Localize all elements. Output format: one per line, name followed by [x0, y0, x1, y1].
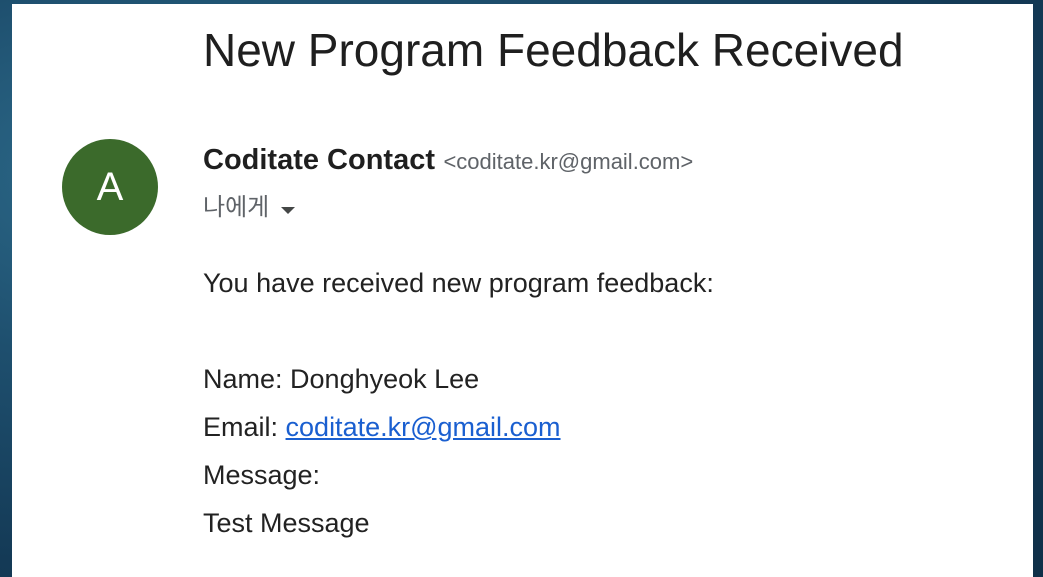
chevron-down-icon[interactable]: [281, 206, 296, 214]
name-value: Donghyeok Lee: [290, 364, 480, 394]
recipient-label: 나에게: [203, 194, 270, 221]
recipient-line[interactable]: 나에게: [203, 190, 296, 226]
sender-line: Coditate Contact <coditate.kr@gmail.com>: [203, 140, 693, 185]
name-label: Name:: [203, 364, 283, 394]
email-view: New Program Feedback Received A Coditate…: [12, 4, 1033, 577]
message-label: Message:: [203, 460, 321, 490]
email-link[interactable]: coditate.kr@gmail.com: [286, 412, 561, 442]
sender-avatar[interactable]: A: [62, 139, 158, 235]
body-intro: You have received new program feedback:: [203, 268, 714, 298]
email-subject: New Program Feedback Received: [203, 24, 904, 76]
sender-email: <coditate.kr@gmail.com>: [443, 149, 694, 174]
email-label: Email:: [203, 412, 279, 442]
body-email-line: Email: coditate.kr@gmail.com: [203, 403, 714, 451]
email-body: You have received new program feedback: …: [203, 259, 714, 547]
message-value: Test Message: [203, 508, 370, 538]
body-name-line: Name: Donghyeok Lee: [203, 355, 714, 403]
sender-name[interactable]: Coditate Contact: [203, 144, 435, 176]
